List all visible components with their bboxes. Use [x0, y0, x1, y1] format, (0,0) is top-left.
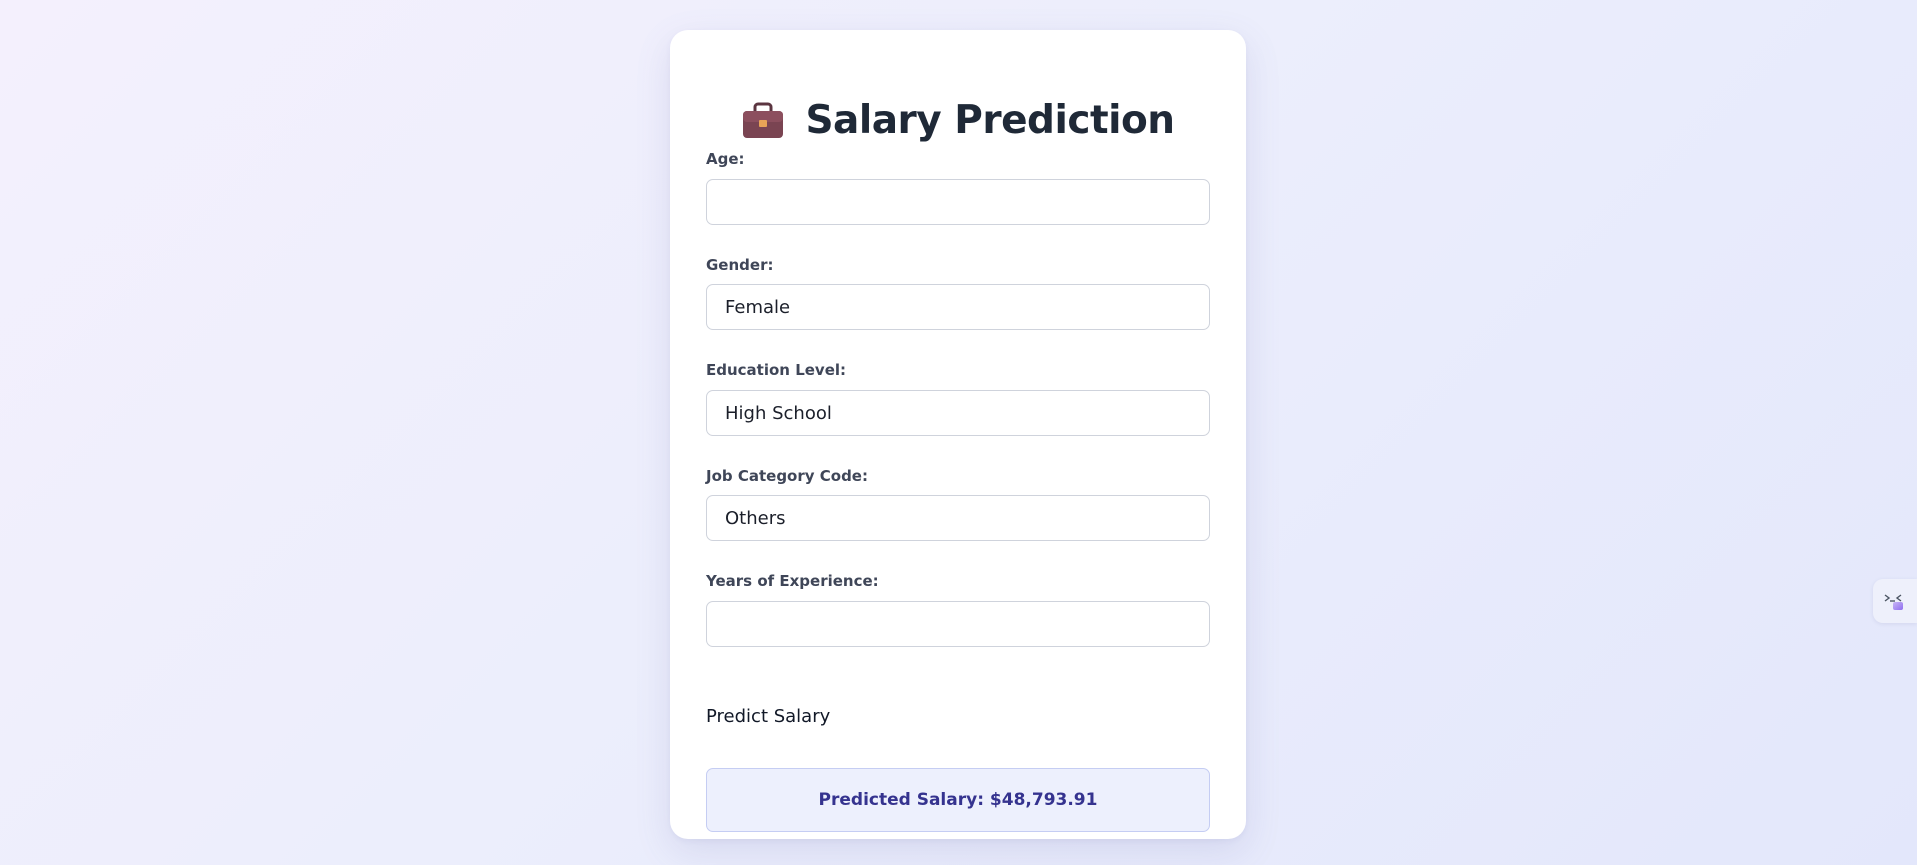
years-of-experience-input[interactable] [706, 601, 1210, 647]
briefcase-icon [741, 98, 785, 142]
job-category-code-input[interactable]: Others [706, 495, 1210, 541]
job-category-code-label: Job Category Code: [706, 467, 868, 485]
predict-salary-button[interactable]: Predict Salary [706, 706, 830, 727]
title-text: Salary Prediction [805, 97, 1175, 143]
education-level-label: Education Level: [706, 361, 847, 379]
predicted-salary-text: Predicted Salary: $48,793.91 [818, 790, 1098, 810]
predicted-salary-result: Predicted Salary: $48,793.91 [706, 768, 1210, 832]
prediction-card: Salary Prediction Age: Gender: Female Ed… [670, 30, 1246, 839]
page-title: Salary Prediction [670, 92, 1246, 148]
side-panel-toggle[interactable] [1873, 579, 1917, 623]
gender-label: Gender: [706, 256, 774, 274]
gender-input[interactable]: Female [706, 284, 1210, 330]
years-of-experience-label: Years of Experience: [706, 572, 879, 590]
age-input[interactable] [706, 179, 1210, 225]
age-label: Age: [706, 150, 745, 168]
education-level-input[interactable]: High School [706, 390, 1210, 436]
